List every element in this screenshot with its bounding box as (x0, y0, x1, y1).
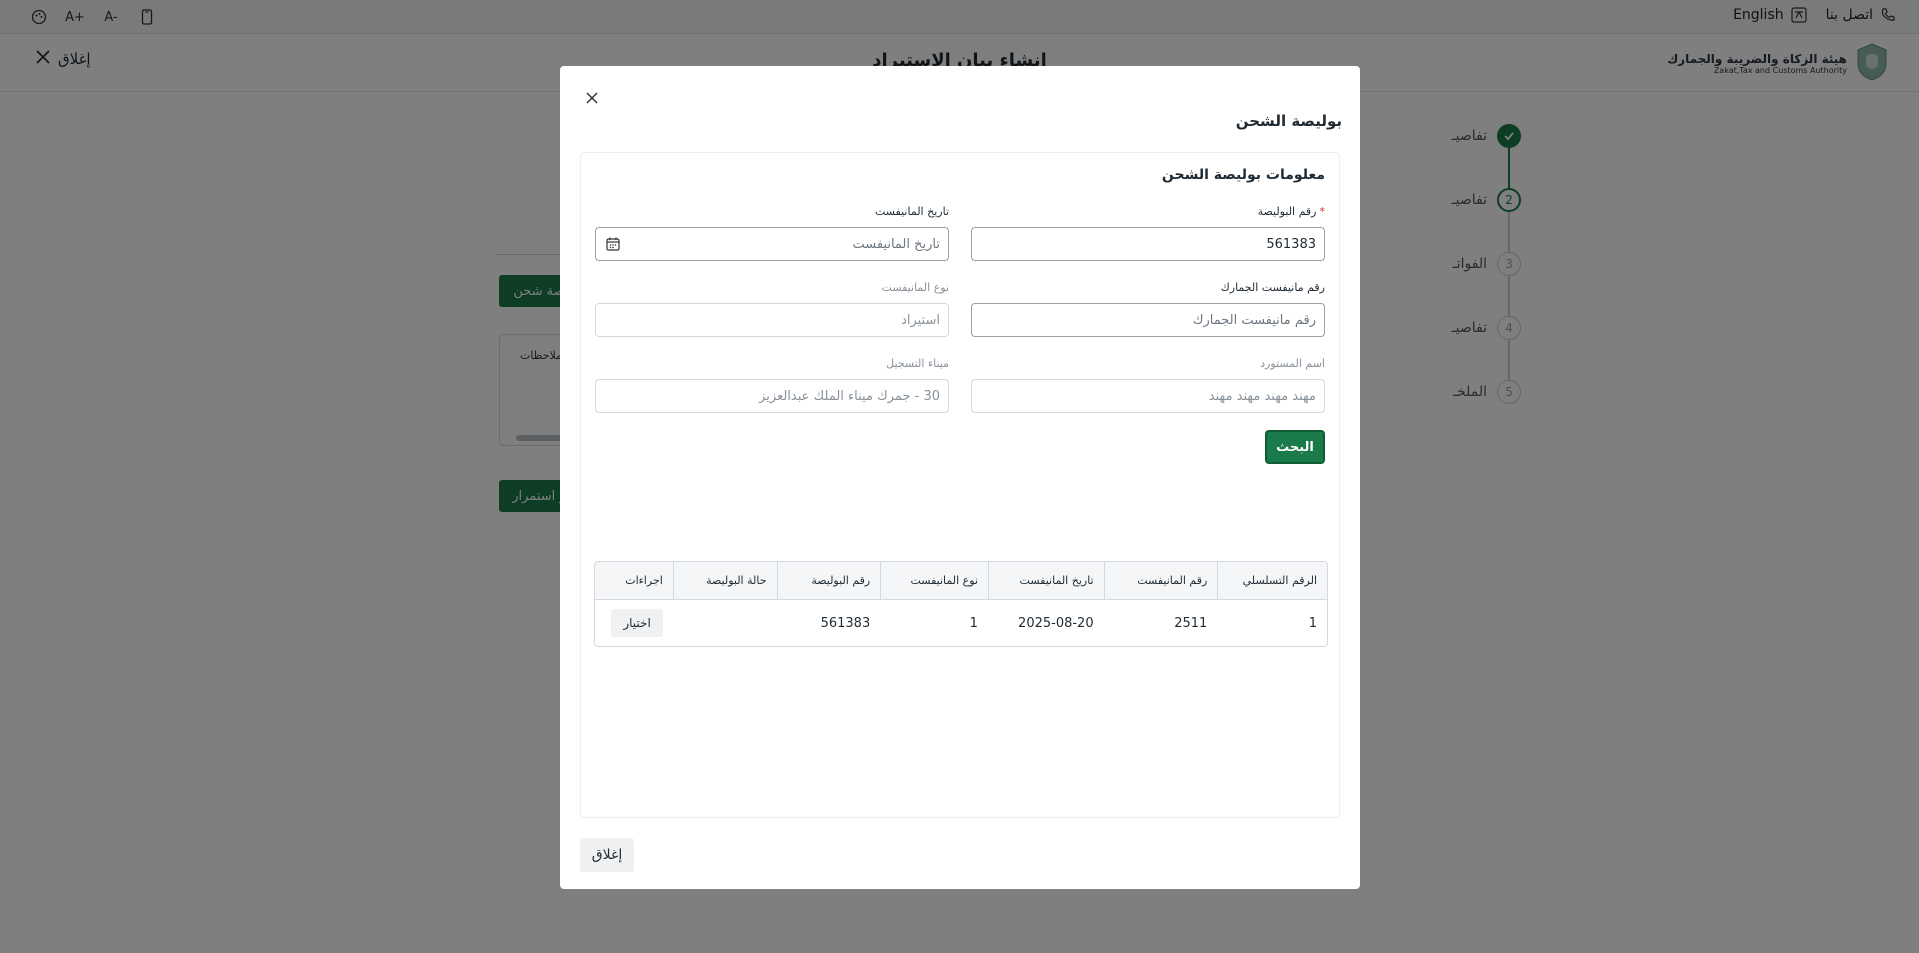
modal-title: بوليصة الشحن (1235, 112, 1342, 130)
cell-bol-number: 561383 (820, 615, 871, 631)
bol-info-card: معلومات بوليصة الشحن *رقم البوليصة 56138… (580, 152, 1340, 818)
customs-manifest-field: رقم مانيفست الجمارك رقم مانيفست الجمارك (971, 281, 1325, 337)
importer-name-label: اسم المستورد (1260, 357, 1325, 370)
col-manifest-type: نوع المانيفست (880, 562, 988, 599)
importer-name-field: اسم المستورد مهند مهند مهند مهند (971, 357, 1325, 413)
table-header-row: الرقم التسلسلي رقم المانيفست تاريخ المان… (595, 562, 1327, 600)
manifest-type-input: استيراد (595, 303, 949, 337)
col-manifest-date: تاريخ المانيفست (987, 562, 1104, 599)
manifest-type-field: نوع المانيفست استيراد (595, 281, 949, 337)
customs-manifest-input[interactable]: رقم مانيفست الجمارك (971, 303, 1325, 337)
manifest-date-placeholder: تاريخ المانيفست (852, 236, 940, 252)
calendar-icon[interactable] (604, 235, 622, 253)
manifest-type-label: نوع المانيفست (881, 281, 949, 294)
importer-name-input: مهند مهند مهند مهند (971, 379, 1325, 413)
registration-port-field: ميناء التسجيل 30 - جمرك ميناء الملك عبدا… (595, 357, 949, 413)
customs-manifest-label: رقم مانيفست الجمارك (1220, 281, 1325, 294)
cell-manifest-number: 2511 (1174, 615, 1208, 631)
manifest-date-field: تاريخ المانيفست تاريخ المانيفست (595, 205, 949, 261)
search-button[interactable]: البحث (1265, 430, 1325, 464)
card-title: معلومات بوليصة الشحن (1161, 167, 1325, 183)
required-marker: * (1319, 205, 1326, 218)
table-row: 1 2511 2025-08-20 1 561383 اختيار (595, 600, 1327, 646)
cell-actions: اختيار (595, 600, 673, 646)
col-manifest-number: رقم المانيفست (1103, 562, 1218, 599)
col-bol-status: حالة البوليصة (672, 562, 777, 599)
manifest-date-label: تاريخ المانيفست (874, 205, 949, 218)
col-bol-number: رقم البوليصة (776, 562, 881, 599)
cell-serial: 1 (1308, 615, 1317, 631)
bol-number-field: *رقم البوليصة 561383 (971, 205, 1325, 261)
col-actions: اجراءات (625, 574, 663, 587)
registration-port-input: 30 - جمرك ميناء الملك عبدالعزيز (595, 379, 949, 413)
col-serial: الرقم التسلسلي (1217, 562, 1327, 599)
bol-number-label: *رقم البوليصة (1257, 205, 1326, 218)
cell-bol-status (673, 600, 777, 646)
results-table: الرقم التسلسلي رقم المانيفست تاريخ المان… (594, 561, 1328, 647)
cell-manifest-date: 2025-08-20 (1018, 615, 1094, 631)
bill-of-lading-modal: بوليصة الشحن معلومات بوليصة الشحن *رقم ا… (560, 66, 1360, 889)
cell-manifest-type: 1 (969, 615, 978, 631)
modal-close-button[interactable]: إغلاق (580, 838, 634, 872)
modal-close-icon[interactable] (580, 86, 604, 110)
choose-button[interactable]: اختيار (611, 609, 663, 637)
manifest-date-input[interactable]: تاريخ المانيفست (595, 227, 949, 261)
bol-number-input[interactable]: 561383 (971, 227, 1325, 261)
registration-port-label: ميناء التسجيل (886, 357, 949, 370)
